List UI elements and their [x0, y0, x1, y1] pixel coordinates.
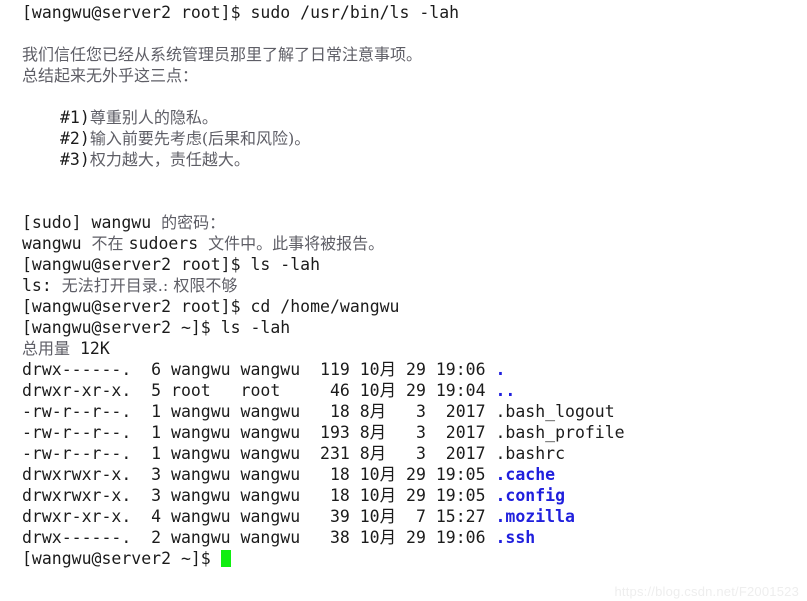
- rule-text-3: 权力越大，责任越大。: [89, 150, 250, 169]
- sudo-lecture-line-1: 我们信任您已经从系统管理员那里了解了日常注意事项。: [22, 45, 423, 64]
- sudoers-text-2: 文件中。此事将被报告。: [208, 234, 385, 253]
- terminal-line-command-sudo: [wangwu@server2 root]$ sudo /usr/bin/ls …: [0, 2, 807, 23]
- shell-prompt: [wangwu@server2 root]$: [22, 297, 251, 316]
- file-listing-name: .bashrc: [495, 444, 566, 463]
- terminal-line-command-ls-home: [wangwu@server2 ~]$ ls -lah: [0, 317, 807, 338]
- file-listing-name: .bash_profile: [495, 423, 625, 442]
- file-listing: drwx------. 6 wangwu wangwu 119 10月 29 1…: [0, 359, 807, 548]
- command-text-ls-lah: ls -lah: [220, 318, 291, 337]
- terminal-line-total: 总用量 12K: [0, 338, 807, 359]
- shell-prompt: [wangwu@server2 root]$: [22, 3, 251, 22]
- watermark: https://blog.csdn.net/F2001523: [614, 584, 799, 599]
- file-listing-row: drwx------. 2 wangwu wangwu 38 10月 29 19…: [0, 527, 807, 548]
- terminal-line-rule-1: #1)尊重别人的隐私。: [0, 107, 807, 128]
- sudoers-user: wangwu: [22, 234, 92, 253]
- file-listing-row: -rw-r--r--. 1 wangwu wangwu 18 8月 3 2017…: [0, 401, 807, 422]
- file-listing-metadata: -rw-r--r--. 1 wangwu wangwu 18 8月 3 2017: [22, 402, 496, 421]
- sudo-password-prefix: [sudo] wangwu: [22, 213, 162, 232]
- ls-error-prefix: ls:: [22, 276, 62, 295]
- file-listing-metadata: drwxr-xr-x. 5 root root 46 10月 29 19:04: [22, 381, 496, 400]
- file-listing-name: .: [495, 360, 506, 379]
- shell-prompt: [wangwu@server2 ~]$: [22, 549, 221, 568]
- rule-number-2: #2): [60, 129, 90, 148]
- total-value-spacer: [70, 339, 80, 358]
- file-listing-metadata: drwxrwxr-x. 3 wangwu wangwu 18 10月 29 19…: [22, 486, 496, 505]
- file-listing-row: drwxr-xr-x. 4 wangwu wangwu 39 10月 7 15:…: [0, 506, 807, 527]
- total-label: 总用量: [22, 339, 71, 358]
- terminal-line-rule-2: #2)输入前要先考虑(后果和风险)。: [0, 128, 807, 149]
- file-listing-row: -rw-r--r--. 1 wangwu wangwu 193 8月 3 201…: [0, 422, 807, 443]
- file-listing-metadata: -rw-r--r--. 1 wangwu wangwu 231 8月 3 201…: [22, 444, 496, 463]
- sudo-lecture-line-2: 总结起来无外乎这三点：: [22, 66, 199, 85]
- command-text-ls-lah: ls -lah: [250, 255, 321, 274]
- shell-prompt: [wangwu@server2 root]$: [22, 255, 251, 274]
- terminal-line-password-prompt: [sudo] wangwu 的密码：: [0, 212, 807, 233]
- file-listing-name: .bash_logout: [495, 402, 615, 421]
- sudo-password-label: 的密码：: [161, 213, 226, 232]
- terminal-window[interactable]: [wangwu@server2 root]$ sudo /usr/bin/ls …: [0, 0, 807, 601]
- command-text-sudo-ls: sudo /usr/bin/ls -lah: [250, 3, 460, 22]
- rule-number-3: #3): [60, 150, 90, 169]
- total-value: 12K: [79, 339, 110, 358]
- rule-text-1: 尊重别人的隐私。: [89, 108, 218, 127]
- terminal-cursor: [220, 550, 231, 567]
- file-listing-name: .cache: [495, 465, 556, 484]
- shell-prompt: [wangwu@server2 ~]$: [22, 318, 221, 337]
- file-listing-row: drwxr-xr-x. 5 root root 46 10月 29 19:04 …: [0, 380, 807, 401]
- terminal-line-lecture-2: 总结起来无外乎这三点：: [0, 65, 807, 86]
- file-listing-metadata: drwxr-xr-x. 4 wangwu wangwu 39 10月 7 15:…: [22, 507, 496, 526]
- file-listing-row: -rw-r--r--. 1 wangwu wangwu 231 8月 3 201…: [0, 443, 807, 464]
- file-listing-name: .mozilla: [495, 507, 575, 526]
- terminal-line-command-ls-root: [wangwu@server2 root]$ ls -lah: [0, 254, 807, 275]
- file-listing-name: .ssh: [495, 528, 536, 547]
- terminal-line-not-sudoer: wangwu 不在 sudoers 文件中。此事将被报告。: [0, 233, 807, 254]
- file-listing-row: drwxrwxr-x. 3 wangwu wangwu 18 10月 29 19…: [0, 464, 807, 485]
- terminal-line-command-cd: [wangwu@server2 root]$ cd /home/wangwu: [0, 296, 807, 317]
- sudoers-file: sudoers: [128, 234, 209, 253]
- rule-text-2: 输入前要先考虑(后果和风险)。: [89, 129, 311, 148]
- file-listing-name: ..: [495, 381, 516, 400]
- rule-number-1: #1): [60, 108, 90, 127]
- file-listing-metadata: drwx------. 2 wangwu wangwu 38 10月 29 19…: [22, 528, 496, 547]
- ls-error-message: 无法打开目录.: 权限不够: [61, 276, 238, 295]
- file-listing-row: drwx------. 6 wangwu wangwu 119 10月 29 1…: [0, 359, 807, 380]
- file-listing-metadata: drwx------. 6 wangwu wangwu 119 10月 29 1…: [22, 360, 496, 379]
- file-listing-name: .config: [495, 486, 566, 505]
- command-text-cd: cd /home/wangwu: [250, 297, 400, 316]
- terminal-line-active-prompt[interactable]: [wangwu@server2 ~]$: [0, 548, 807, 569]
- sudoers-text-1: 不在: [91, 234, 129, 253]
- file-listing-row: drwxrwxr-x. 3 wangwu wangwu 18 10月 29 19…: [0, 485, 807, 506]
- terminal-line-rule-3: #3)权力越大，责任越大。: [0, 149, 807, 170]
- terminal-line-lecture-1: 我们信任您已经从系统管理员那里了解了日常注意事项。: [0, 44, 807, 65]
- file-listing-metadata: drwxrwxr-x. 3 wangwu wangwu 18 10月 29 19…: [22, 465, 496, 484]
- terminal-line-ls-error: ls: 无法打开目录.: 权限不够: [0, 275, 807, 296]
- file-listing-metadata: -rw-r--r--. 1 wangwu wangwu 193 8月 3 201…: [22, 423, 496, 442]
